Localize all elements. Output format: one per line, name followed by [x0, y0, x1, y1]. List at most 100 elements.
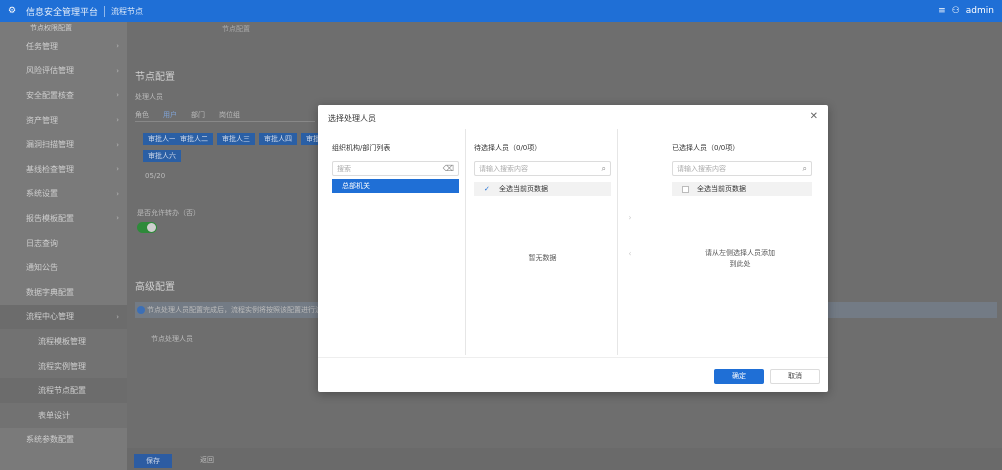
selected-column-header: 已选择人员（0/0项）: [672, 144, 740, 152]
sidebar-item-label: 通知公告: [26, 263, 58, 273]
sidebar-item[interactable]: 表单设计: [0, 402, 127, 428]
sidebar-item[interactable]: 任务管理 ›: [0, 34, 127, 59]
select-handler-dialog: 选择处理人员 ✕ 组织机构/部门列表 搜索 ⌫ 总部机关 待选择人员（0/0项）…: [318, 105, 828, 392]
sidebar-item-label: 安全配置核查: [26, 90, 74, 100]
handler-chip[interactable]: 审批人二: [175, 133, 213, 145]
candidate-empty-text: 暂无数据: [528, 254, 557, 262]
org-search-input[interactable]: 搜索 ⌫: [332, 161, 459, 176]
transfer-toggle[interactable]: [137, 222, 157, 233]
menu-icon[interactable]: ≡: [938, 6, 946, 16]
sidebar-item-label: 基线检查管理: [26, 164, 74, 174]
handler-tab[interactable]: 部门: [191, 110, 205, 120]
sidebar-item[interactable]: 报告模板配置 ›: [0, 206, 127, 231]
sidebar-item-label: 资产管理: [26, 115, 58, 125]
sidebar-item[interactable]: 流程节点配置: [0, 378, 127, 403]
cancel-button[interactable]: 取消: [770, 369, 820, 384]
org-tree-node[interactable]: 总部机关: [332, 179, 459, 193]
sidebar-item-label: 漏洞扫描管理: [26, 140, 74, 150]
sidebar-item-label: 系统参数配置: [26, 435, 74, 445]
section-title-config: 节点配置: [135, 72, 175, 83]
sidebar-item-label: 流程模板管理: [38, 336, 86, 346]
handler-tab[interactable]: 岗位组: [219, 110, 240, 120]
save-button[interactable]: 保存: [134, 454, 172, 468]
sidebar-item[interactable]: 节点权限配置: [0, 22, 127, 34]
divider: [104, 5, 106, 17]
sidebar-item-label: 任务管理: [26, 41, 58, 51]
footer-bar: [127, 448, 1002, 470]
dialog-footer-divider: [318, 357, 828, 358]
sidebar-item[interactable]: 通知公告: [0, 255, 127, 280]
chevron-right-icon: ›: [116, 91, 119, 100]
candidate-check-all[interactable]: ✓ 全选当前页数据: [474, 182, 611, 196]
user-icon[interactable]: ⚇: [952, 6, 960, 16]
sidebar-item[interactable]: 系统参数配置: [0, 428, 127, 453]
handler-tab[interactable]: 角色: [135, 110, 149, 120]
sidebar-item[interactable]: 资产管理 ›: [0, 108, 127, 133]
sidebar-item[interactable]: 流程中心管理 ›: [0, 304, 127, 330]
candidate-search-placeholder: 请输入搜索内容: [479, 164, 528, 173]
chevron-right-icon: ›: [116, 140, 119, 149]
extra-label: 节点处理人员: [151, 335, 193, 343]
confirm-button[interactable]: 确定: [714, 369, 764, 384]
sidebar-item-label: 流程节点配置: [38, 386, 86, 396]
selected-empty-text: 请从左侧选择人员添加: [705, 249, 775, 257]
org-search-placeholder: 搜索: [337, 164, 351, 173]
sidebar-item-label: 风险评估管理: [26, 66, 74, 76]
chevron-right-icon: ›: [116, 116, 119, 125]
app-title: 信息安全管理平台: [26, 7, 99, 18]
chevron-right-icon: ›: [116, 312, 119, 321]
dialog-title: 选择处理人员: [328, 114, 376, 123]
sidebar-item[interactable]: 系统设置 ›: [0, 182, 127, 207]
handler-chip[interactable]: 审批人三: [217, 133, 255, 145]
sidebar-item-label: 流程实例管理: [38, 361, 86, 371]
sidebar-item-label: 日志查询: [26, 238, 58, 248]
sidebar-item[interactable]: 日志查询: [0, 231, 127, 256]
handler-chip[interactable]: 审批人四: [259, 133, 297, 145]
chevron-right-icon: ›: [116, 66, 119, 75]
selected-search-placeholder: 请输入搜索内容: [677, 164, 726, 173]
info-icon: [137, 306, 145, 314]
chevron-right-icon: ›: [116, 165, 119, 174]
sidebar-item[interactable]: 风险评估管理 ›: [0, 59, 127, 84]
candidate-column-header: 待选择人员（0/0项）: [474, 144, 542, 152]
candidate-check-all-label: 全选当前页数据: [499, 185, 548, 193]
search-icon[interactable]: ⌕: [803, 164, 807, 174]
sidebar-item[interactable]: 流程模板管理: [0, 329, 127, 354]
search-icon[interactable]: ⌕: [602, 164, 606, 174]
sidebar-item-label: 表单设计: [38, 410, 70, 420]
sidebar-item[interactable]: 基线检查管理 ›: [0, 157, 127, 182]
switch-label: 是否允许转办（否）: [137, 209, 200, 217]
selected-column: 已选择人员（0/0项） 请输入搜索内容 ⌕ 全选当前页数据 请从左侧选择人员添加…: [622, 129, 818, 355]
sidebar-item-label: 流程中心管理: [26, 312, 74, 322]
chevron-right-icon: ›: [116, 189, 119, 198]
sidebar-item[interactable]: 安全配置核查 ›: [0, 83, 127, 108]
sidebar: 节点权限配置 任务管理 › 风险评估管理 › 安全配置核查 › 资产管理 › 漏洞扫描管理 › 基线检…: [0, 22, 127, 470]
handler-chip[interactable]: 审批人六: [143, 150, 181, 162]
selected-check-all[interactable]: 全选当前页数据: [672, 182, 812, 196]
close-icon[interactable]: ✕: [810, 111, 818, 122]
checkbox[interactable]: [682, 185, 689, 193]
sidebar-item[interactable]: 流程实例管理: [0, 353, 127, 379]
back-button[interactable]: 返回: [200, 455, 214, 465]
selected-search-input[interactable]: 请输入搜索内容 ⌕: [672, 161, 812, 176]
sidebar-item[interactable]: 漏洞扫描管理 ›: [0, 132, 127, 157]
handler-tab[interactable]: 用户: [163, 110, 177, 120]
clear-icon[interactable]: ⌫: [443, 164, 454, 173]
app-logo-icon: ⚙: [7, 6, 17, 16]
sidebar-item-label: 数据字典配置: [26, 287, 74, 297]
candidate-search-input[interactable]: 请输入搜索内容 ⌕: [474, 161, 611, 176]
sidebar-item[interactable]: 数据字典配置: [0, 280, 127, 305]
topbar-right: ≡ ⚇ admin: [938, 6, 994, 16]
field-label-handlers: 处理人员: [135, 93, 163, 101]
sidebar-item-label: 节点权限配置: [30, 24, 72, 32]
org-column: 组织机构/部门列表 搜索 ⌫ 总部机关: [326, 129, 466, 355]
top-navbar: ⚙ 信息安全管理平台 流程节点 ≡ ⚇ admin: [0, 0, 1002, 22]
sidebar-item-label: 系统设置: [26, 189, 58, 199]
user-name[interactable]: admin: [966, 6, 994, 16]
tab-current[interactable]: 流程节点: [111, 6, 143, 17]
tab-underline: [135, 121, 315, 122]
org-column-header: 组织机构/部门列表: [332, 144, 391, 152]
handler-tabs: 角色 用户 部门 岗位组: [135, 110, 240, 120]
selected-empty-subtext: 到此处: [729, 260, 751, 268]
counter-text: 05/20: [145, 172, 166, 180]
